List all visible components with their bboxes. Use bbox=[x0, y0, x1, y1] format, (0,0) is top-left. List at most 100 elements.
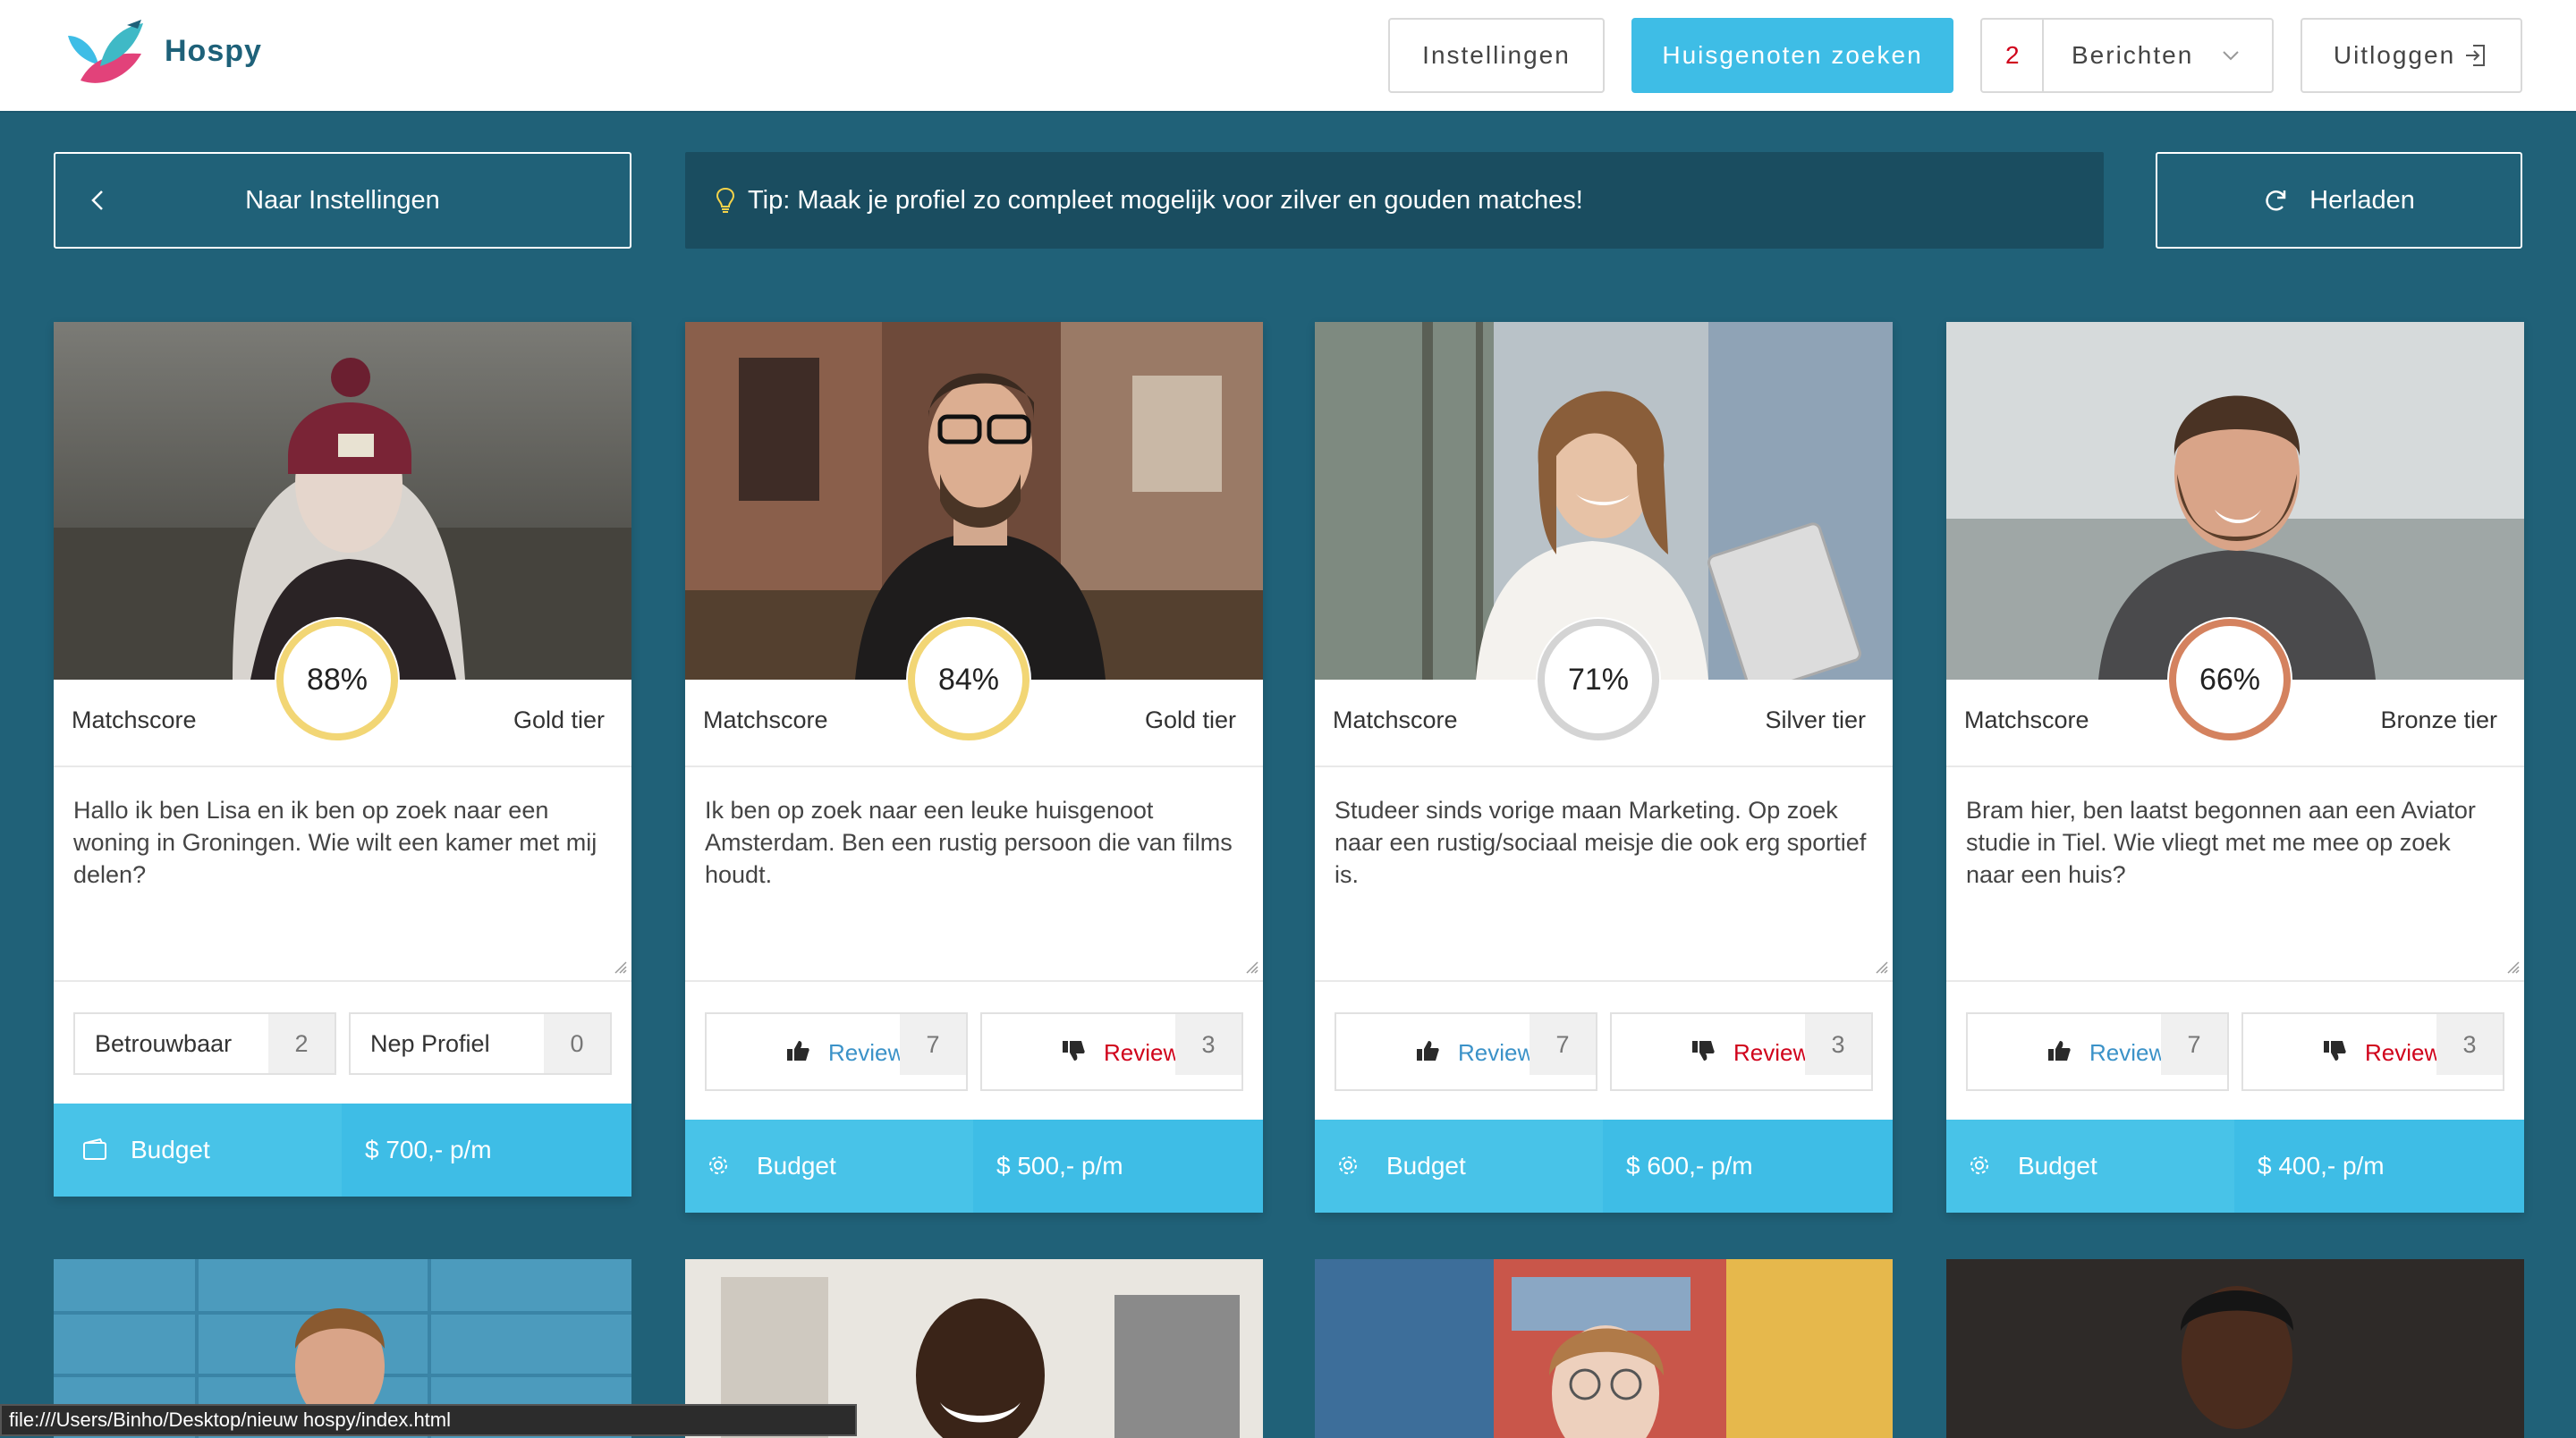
budget-label-cell: Budget bbox=[1946, 1120, 2234, 1213]
card-divider bbox=[1315, 980, 1893, 982]
gear-icon bbox=[709, 1156, 727, 1174]
profile-card: 71% Matchscore Silver tier Studeer sinds… bbox=[1315, 322, 1893, 1213]
find-roommates-label: Huisgenoten zoeken bbox=[1662, 41, 1923, 69]
fake-profile-button[interactable]: Nep Profiel 0 bbox=[349, 1012, 612, 1075]
logout-icon bbox=[2466, 45, 2486, 66]
logout-button[interactable]: Uitloggen bbox=[2301, 18, 2522, 93]
profile-card: 88% Matchscore Gold tier Hallo ik ben Li… bbox=[54, 322, 631, 1197]
resize-grip-icon[interactable] bbox=[2506, 960, 2521, 975]
trustworthy-button[interactable]: Betrouwbaar 2 bbox=[73, 1012, 336, 1075]
messages-count-badge: 2 bbox=[2005, 41, 2021, 69]
gear-icon bbox=[1339, 1156, 1357, 1174]
review-up-label: Review bbox=[828, 1039, 905, 1066]
budget-label-cell: Budget bbox=[54, 1104, 342, 1197]
tier-label: Gold tier bbox=[513, 706, 605, 733]
reload-button[interactable]: Herladen bbox=[2156, 152, 2522, 249]
app-name: Hospy bbox=[165, 34, 262, 68]
thumbs-down-icon bbox=[1063, 1041, 1085, 1061]
browser-status-url: file:///Users/Binho/Desktop/nieuw hospy/… bbox=[0, 1404, 857, 1436]
match-score-value: 84% bbox=[937, 662, 1000, 697]
messages-label: Berichten bbox=[2072, 41, 2194, 69]
card-divider bbox=[1946, 980, 2524, 982]
thumbs-up-icon bbox=[1417, 1041, 1439, 1061]
logout-label: Uitloggen bbox=[2333, 41, 2456, 69]
profile-description[interactable]: Studeer sinds vorige maan Marketing. Op … bbox=[1335, 794, 1871, 891]
card-divider bbox=[54, 980, 631, 982]
wallet-icon bbox=[83, 1138, 106, 1160]
review-up-count: 7 bbox=[1530, 1014, 1596, 1075]
bird-logo-icon[interactable] bbox=[64, 18, 145, 88]
top-navbar: Hospy Instellingen Huisgenoten zoeken 2 … bbox=[0, 0, 2576, 113]
review-down-count: 3 bbox=[2436, 1014, 2503, 1075]
messages-separator bbox=[2042, 18, 2044, 93]
profile-description[interactable]: Bram hier, ben laatst begonnen aan een A… bbox=[1966, 794, 2503, 891]
profile-photo[interactable] bbox=[1946, 1259, 2524, 1438]
review-down-count: 3 bbox=[1805, 1014, 1871, 1075]
chevron-down-icon bbox=[2223, 51, 2239, 61]
tip-text: Tip: Maak je profiel zo compleet mogelij… bbox=[748, 185, 1583, 215]
match-score-value: 88% bbox=[306, 662, 369, 697]
review-up-count: 7 bbox=[900, 1014, 966, 1075]
review-down-label: Review bbox=[2365, 1039, 2442, 1066]
refresh-icon bbox=[2266, 190, 2286, 211]
profile-photo[interactable] bbox=[1315, 1259, 1893, 1438]
review-up-count: 7 bbox=[2161, 1014, 2227, 1075]
budget-label: Budget bbox=[131, 1136, 210, 1163]
resize-grip-icon[interactable] bbox=[1875, 960, 1889, 975]
matchscore-label: Matchscore bbox=[703, 706, 828, 733]
review-up-label: Review bbox=[1458, 1039, 1535, 1066]
match-score-value: 66% bbox=[2199, 662, 2261, 697]
budget-bar: Budget $ 400,- p/m bbox=[1946, 1120, 2524, 1213]
review-down-button[interactable]: Review 3 bbox=[980, 1012, 1243, 1091]
card-divider bbox=[54, 766, 631, 767]
budget-label-cell: Budget bbox=[1315, 1120, 1603, 1213]
review-down-label: Review bbox=[1104, 1039, 1181, 1066]
review-up-button[interactable]: Review 7 bbox=[1335, 1012, 1597, 1091]
review-up-button[interactable]: Review 7 bbox=[705, 1012, 968, 1091]
card-divider bbox=[1315, 766, 1893, 767]
messages-dropdown[interactable]: 2 Berichten bbox=[1980, 18, 2274, 93]
budget-label: Budget bbox=[757, 1152, 836, 1180]
resize-grip-icon[interactable] bbox=[1245, 960, 1259, 975]
budget-bar: Budget $ 500,- p/m bbox=[685, 1120, 1263, 1213]
review-up-label: Review bbox=[2089, 1039, 2166, 1066]
review-down-label: Review bbox=[1733, 1039, 1810, 1066]
budget-value: $ 700,- p/m bbox=[342, 1104, 631, 1197]
thumbs-up-icon bbox=[2048, 1041, 2071, 1061]
fake-profile-label: Nep Profiel bbox=[370, 1029, 490, 1057]
budget-bar: Budget $ 600,- p/m bbox=[1315, 1120, 1893, 1213]
matchscore-label: Matchscore bbox=[1964, 706, 2089, 733]
resize-grip-icon[interactable] bbox=[614, 960, 628, 975]
match-score-ring: 84% bbox=[906, 617, 1031, 742]
gear-icon bbox=[1970, 1156, 1988, 1174]
tier-label: Gold tier bbox=[1144, 706, 1236, 733]
review-up-button[interactable]: Review 7 bbox=[1966, 1012, 2229, 1091]
tip-banner: Tip: Maak je profiel zo compleet mogelij… bbox=[685, 152, 2104, 249]
review-down-button[interactable]: Review 3 bbox=[1610, 1012, 1873, 1091]
profile-card: 66% Matchscore Bronze tier Bram hier, be… bbox=[1946, 322, 2524, 1213]
match-score-ring: 71% bbox=[1536, 617, 1661, 742]
trustworthy-label: Betrouwbaar bbox=[95, 1029, 233, 1057]
match-score-value: 71% bbox=[1567, 662, 1630, 697]
profile-description[interactable]: Hallo ik ben Lisa en ik ben op zoek naar… bbox=[73, 794, 610, 891]
lightbulb-icon bbox=[716, 187, 735, 214]
budget-label: Budget bbox=[2018, 1152, 2097, 1180]
profile-description[interactable]: Ik ben op zoek naar een leuke huisgenoot… bbox=[705, 794, 1241, 891]
review-down-button[interactable]: Review 3 bbox=[2241, 1012, 2504, 1091]
budget-label-cell: Budget bbox=[685, 1120, 973, 1213]
matchscore-label: Matchscore bbox=[72, 706, 197, 733]
budget-label: Budget bbox=[1386, 1152, 1466, 1180]
matchscore-label: Matchscore bbox=[1333, 706, 1458, 733]
settings-button[interactable]: Instellingen bbox=[1388, 18, 1605, 93]
back-to-settings-button[interactable]: Naar Instellingen bbox=[54, 152, 631, 249]
budget-value: $ 500,- p/m bbox=[973, 1120, 1263, 1213]
thumbs-up-icon bbox=[787, 1041, 809, 1061]
thumbs-down-icon bbox=[1692, 1041, 1715, 1061]
card-divider bbox=[685, 766, 1263, 767]
budget-bar: Budget $ 700,- p/m bbox=[54, 1104, 631, 1197]
thumbs-down-icon bbox=[2324, 1041, 2346, 1061]
tier-label: Silver tier bbox=[1765, 706, 1866, 733]
chevron-left-icon bbox=[91, 190, 103, 210]
back-to-settings-label: Naar Instellingen bbox=[245, 185, 440, 215]
find-roommates-button[interactable]: Huisgenoten zoeken bbox=[1631, 18, 1953, 93]
